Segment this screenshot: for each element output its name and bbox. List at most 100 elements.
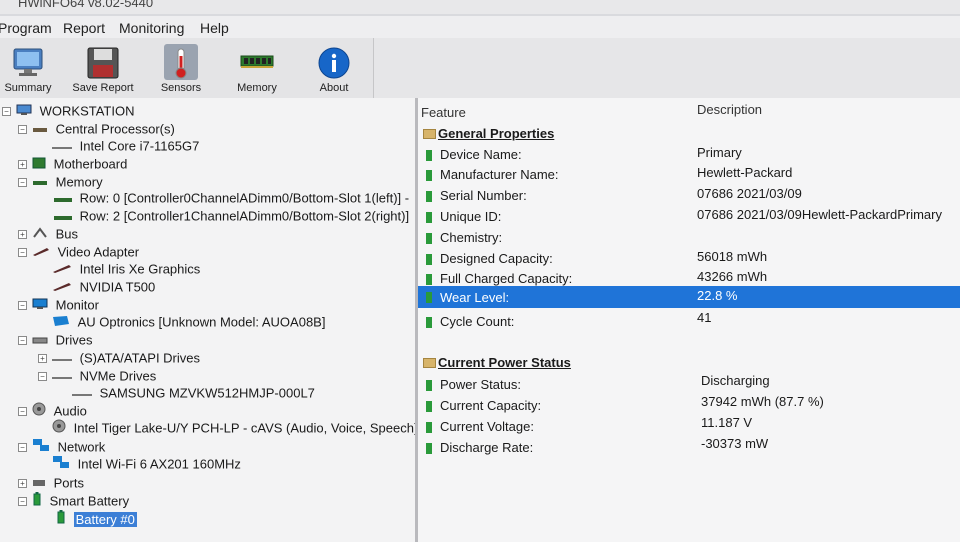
port-icon bbox=[32, 475, 46, 493]
summary-button[interactable]: Summary bbox=[2, 38, 54, 98]
memory-button[interactable]: Memory bbox=[230, 38, 284, 98]
property-row[interactable]: Chemistry: bbox=[418, 228, 960, 248]
property-row[interactable]: Device Name: Primary bbox=[418, 145, 960, 165]
tree-item-monitor[interactable]: − Monitor bbox=[18, 296, 99, 314]
monitor-icon bbox=[11, 46, 45, 81]
battery-icon bbox=[424, 149, 434, 165]
collapse-toggle[interactable]: − bbox=[18, 407, 27, 416]
menu-bar: Program Report Monitoring Help bbox=[0, 16, 960, 38]
drive-icon bbox=[52, 368, 72, 386]
tree-item-memory-row2[interactable]: Row: 2 [Controller1ChannelADimm0/Bottom-… bbox=[54, 207, 409, 225]
tree-item-motherboard[interactable]: + Motherboard bbox=[18, 155, 127, 173]
battery-icon bbox=[424, 379, 434, 395]
expand-toggle[interactable]: + bbox=[18, 479, 27, 488]
monitor-icon bbox=[52, 314, 70, 332]
battery-icon bbox=[56, 510, 66, 529]
save-report-button[interactable]: Save Report bbox=[70, 38, 136, 98]
property-row[interactable]: Discharge Rate: -30373 mW bbox=[418, 436, 960, 458]
collapse-toggle[interactable]: − bbox=[18, 301, 27, 310]
tree-item-audio-intel[interactable]: Intel Tiger Lake-U/Y PCH-LP - cAVS (Audi… bbox=[52, 419, 415, 437]
collapse-toggle[interactable]: − bbox=[18, 125, 27, 134]
collapse-toggle[interactable]: − bbox=[18, 336, 27, 345]
collapse-toggle[interactable]: − bbox=[2, 107, 11, 116]
property-row[interactable]: Manufacturer Name: Hewlett-Packard bbox=[418, 165, 960, 185]
collapse-toggle[interactable]: − bbox=[18, 443, 27, 452]
floppy-disk-icon bbox=[86, 46, 120, 83]
drive-icon bbox=[32, 332, 48, 350]
tree-item-cpu-model[interactable]: Intel Core i7-1165G7 bbox=[52, 137, 199, 155]
collapse-toggle[interactable]: − bbox=[18, 248, 27, 257]
summary-label: Summary bbox=[4, 82, 52, 94]
battery-icon bbox=[424, 400, 434, 416]
monitor-icon bbox=[32, 297, 48, 315]
tree-item-monitor-au[interactable]: AU Optronics [Unknown Model: AUOA08B] bbox=[52, 313, 325, 331]
tree-item-nvme-drives[interactable]: − NVMe Drives bbox=[38, 367, 156, 385]
battery-icon bbox=[424, 211, 434, 227]
tree-item-cpu[interactable]: − Central Processor(s) bbox=[18, 120, 175, 138]
tree-item-nvme-samsung[interactable]: SAMSUNG MZVKW512HMJP-000L7 bbox=[72, 384, 315, 402]
title-bar: HWiNFO64 v8.02-5440 bbox=[0, 0, 960, 14]
memory-module-icon bbox=[240, 46, 274, 81]
property-row-selected[interactable]: Wear Level: 22.8 % bbox=[418, 286, 960, 308]
about-label: About bbox=[319, 82, 349, 94]
toolbar: Summary Save Report Sensors Memory About bbox=[0, 38, 374, 98]
menu-program[interactable]: Program bbox=[0, 20, 52, 36]
tree-item-network-wifi[interactable]: Intel Wi-Fi 6 AX201 160MHz bbox=[52, 455, 241, 473]
tree-item-ata-drives[interactable]: + (S)ATA/ATAPI Drives bbox=[38, 349, 200, 367]
collapse-toggle[interactable]: − bbox=[38, 372, 47, 381]
tree-item-video-adapter[interactable]: − Video Adapter bbox=[18, 243, 139, 261]
expand-toggle[interactable]: + bbox=[18, 160, 27, 169]
battery-icon bbox=[424, 190, 434, 206]
battery-icon bbox=[424, 253, 434, 269]
battery-icon bbox=[424, 316, 434, 332]
cpu-icon bbox=[32, 121, 48, 139]
memory-icon bbox=[32, 174, 48, 192]
network-icon bbox=[52, 455, 70, 474]
expand-toggle[interactable]: + bbox=[38, 354, 47, 363]
tree-item-smart-battery[interactable]: − Smart Battery bbox=[18, 492, 129, 510]
property-row[interactable]: Power Status: Discharging bbox=[418, 373, 960, 395]
tree-item-video-nvidia[interactable]: NVIDIA T500 bbox=[52, 278, 155, 296]
tree-item-drives[interactable]: − Drives bbox=[18, 331, 92, 349]
column-header-feature[interactable]: Feature bbox=[421, 105, 466, 120]
property-row[interactable]: Unique ID: 07686 2021/03/09Hewlett-Packa… bbox=[418, 207, 960, 227]
expand-toggle[interactable]: + bbox=[18, 230, 27, 239]
property-row[interactable]: Current Capacity: 37942 mWh (87.7 %) bbox=[418, 394, 960, 416]
window-title: HWiNFO64 v8.02-5440 bbox=[18, 0, 154, 10]
tree-item-network[interactable]: − Network bbox=[18, 438, 105, 456]
details-panel[interactable]: Feature Description General Properties D… bbox=[418, 98, 960, 542]
save-report-label: Save Report bbox=[72, 82, 134, 94]
sensors-label: Sensors bbox=[160, 82, 202, 94]
property-row[interactable]: Current Voltage: 11.187 V bbox=[418, 415, 960, 437]
menu-report[interactable]: Report bbox=[63, 20, 105, 36]
property-row[interactable]: Designed Capacity: 56018 mWh bbox=[418, 249, 960, 269]
tree-item-memory-row0[interactable]: Row: 0 [Controller0ChannelADimm0/Bottom-… bbox=[54, 189, 409, 207]
property-row[interactable]: Serial Number: 07686 2021/03/09 bbox=[418, 186, 960, 206]
thermometer-icon bbox=[171, 46, 191, 83]
tree-item-workstation[interactable]: − WORKSTATION bbox=[2, 102, 134, 120]
memory-module-icon bbox=[54, 190, 72, 208]
video-card-icon bbox=[52, 261, 72, 279]
tree-item-video-intel[interactable]: Intel Iris Xe Graphics bbox=[52, 260, 200, 278]
sensors-button[interactable]: Sensors bbox=[154, 38, 208, 98]
property-row[interactable]: Cycle Count: 41 bbox=[418, 310, 960, 332]
folder-icon bbox=[423, 358, 436, 368]
motherboard-icon bbox=[32, 156, 46, 174]
collapse-toggle[interactable]: − bbox=[18, 178, 27, 187]
computer-icon bbox=[16, 103, 32, 121]
menu-monitoring[interactable]: Monitoring bbox=[119, 20, 184, 36]
battery-icon bbox=[424, 421, 434, 437]
device-tree[interactable]: − WORKSTATION − Central Processor(s) Int… bbox=[0, 98, 418, 542]
tree-item-audio[interactable]: − Audio bbox=[18, 402, 87, 420]
battery-icon bbox=[424, 232, 434, 248]
collapse-toggle[interactable]: − bbox=[18, 497, 27, 506]
memory-module-icon bbox=[54, 208, 72, 226]
column-header-description[interactable]: Description bbox=[697, 102, 762, 117]
menu-help[interactable]: Help bbox=[200, 20, 229, 36]
tree-item-ports[interactable]: + Ports bbox=[18, 474, 84, 492]
memory-label: Memory bbox=[237, 82, 277, 94]
tree-item-battery-0[interactable]: Battery #0 bbox=[56, 510, 137, 528]
about-button[interactable]: About bbox=[310, 38, 358, 98]
tree-item-bus[interactable]: + Bus bbox=[18, 225, 78, 243]
battery-icon bbox=[424, 442, 434, 458]
